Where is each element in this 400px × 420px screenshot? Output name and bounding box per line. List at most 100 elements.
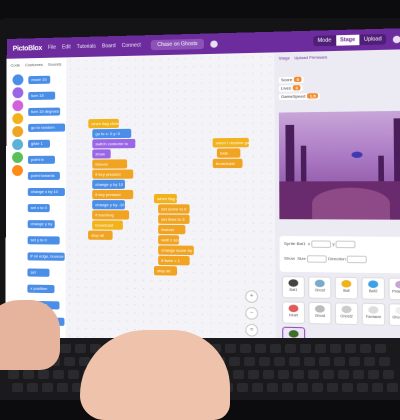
palette-block[interactable]: turn 15 degrees bbox=[28, 107, 61, 116]
palette-block[interactable]: change y by 10 bbox=[27, 220, 55, 234]
code-block[interactable]: broadcast bbox=[92, 220, 123, 230]
keyboard-key bbox=[334, 357, 345, 366]
palette-block[interactable]: point in direction 90 bbox=[27, 155, 55, 170]
category-icon[interactable] bbox=[12, 164, 23, 177]
code-workspace[interactable]: when flag clicked go to x: 0 y: 0 switch c… bbox=[65, 52, 276, 359]
palette-block[interactable]: turn 15 degrees bbox=[28, 91, 56, 106]
menu-file[interactable]: File bbox=[48, 45, 56, 51]
sprite-name-field[interactable]: Bat1 bbox=[297, 241, 306, 246]
code-block[interactable]: if key pressed bbox=[92, 169, 134, 179]
menu-connect[interactable]: Connect bbox=[122, 42, 141, 49]
sprite-tile-label: Ghost bbox=[314, 288, 325, 293]
stage-canvas[interactable] bbox=[278, 110, 400, 220]
sprite-tile[interactable]: Ball bbox=[334, 276, 359, 300]
mode-toggle[interactable]: Mode Stage Upload bbox=[313, 33, 387, 47]
project-title-input[interactable]: Chase on Ghosts bbox=[151, 38, 204, 51]
code-block[interactable]: hide bbox=[216, 148, 241, 158]
code-block[interactable]: forever bbox=[158, 224, 186, 235]
code-block[interactable]: wait 1 secs bbox=[158, 235, 180, 245]
sprite-label: Sprite bbox=[283, 240, 296, 247]
sprite-tile[interactable]: GhostCat bbox=[388, 303, 400, 327]
size-field[interactable] bbox=[307, 255, 327, 263]
palette-block[interactable]: set y to 0 bbox=[27, 236, 60, 245]
code-block[interactable]: broadcast bbox=[212, 158, 243, 169]
sprite-tile[interactable]: Ghost bbox=[308, 276, 332, 300]
y-field[interactable] bbox=[335, 240, 357, 249]
zoom-in-button[interactable]: + bbox=[245, 290, 259, 303]
keyboard-key bbox=[244, 357, 255, 366]
tab-code[interactable]: Code bbox=[11, 62, 20, 67]
code-block[interactable]: show bbox=[92, 149, 111, 159]
category-icon[interactable] bbox=[12, 113, 24, 125]
zoom-reset-button[interactable]: = bbox=[245, 323, 259, 337]
code-block[interactable]: set score to 0 bbox=[158, 204, 190, 214]
palette-block[interactable]: set rotation style bbox=[27, 268, 50, 291]
tab-sounds[interactable]: Sounds bbox=[48, 61, 62, 66]
keyboard-key bbox=[364, 357, 375, 366]
bat-sprite[interactable] bbox=[351, 151, 363, 159]
code-block[interactable]: forever bbox=[92, 159, 128, 169]
size-label: Size bbox=[297, 255, 306, 262]
code-block[interactable]: when I receive game over bbox=[212, 137, 249, 148]
keyboard-key bbox=[240, 344, 251, 353]
mode-upload[interactable]: Upload bbox=[360, 34, 387, 45]
sprite-thumbnail bbox=[395, 280, 400, 289]
category-icon[interactable] bbox=[12, 151, 24, 164]
sprite-tile[interactable]: Ball2 bbox=[361, 277, 386, 300]
x-field[interactable] bbox=[311, 240, 332, 248]
mode-label[interactable]: Mode bbox=[313, 35, 336, 46]
sprite-tile-label: Bat1 bbox=[289, 287, 298, 293]
palette-block[interactable]: if on edge, bounce bbox=[27, 252, 65, 261]
palette-block[interactable]: set x to 0 bbox=[27, 204, 50, 213]
sprite-tile[interactable]: Heart bbox=[282, 301, 306, 325]
code-block[interactable]: change y by 10 bbox=[92, 179, 126, 189]
sprite-tile-label: Pixie Ball bbox=[392, 289, 400, 294]
keyboard-key bbox=[270, 344, 281, 353]
keyboard-key bbox=[255, 344, 266, 353]
sprite-tile[interactable]: Bat1 bbox=[281, 275, 305, 299]
category-icon[interactable] bbox=[12, 138, 24, 151]
code-block[interactable]: switch costume to bbox=[92, 138, 136, 149]
sprite-tile[interactable]: Ghost2 bbox=[334, 302, 359, 326]
code-block[interactable]: set lives to 3 bbox=[158, 214, 190, 224]
code-block[interactable]: when flag clicked bbox=[153, 194, 177, 204]
code-block[interactable]: when flag clicked bbox=[88, 118, 119, 129]
code-block[interactable]: stop all bbox=[88, 230, 113, 240]
keyboard-key bbox=[375, 344, 386, 353]
mode-stage[interactable]: Stage bbox=[335, 34, 360, 46]
category-icon[interactable] bbox=[12, 126, 24, 138]
sprite-tile-label: Ball bbox=[343, 288, 350, 293]
tab-costumes[interactable]: Costumes bbox=[25, 62, 43, 67]
palette-block[interactable]: change x by 10 bbox=[27, 187, 65, 197]
palette-block[interactable]: go to random position bbox=[28, 123, 66, 138]
category-icon[interactable] bbox=[12, 100, 24, 112]
category-icon[interactable] bbox=[12, 87, 24, 99]
code-block[interactable]: go to x: 0 y: 0 bbox=[92, 128, 132, 139]
category-icon[interactable] bbox=[12, 74, 24, 86]
sprite-tile-label: Ghost2 bbox=[340, 314, 353, 319]
code-block[interactable]: if key pressed bbox=[92, 189, 134, 200]
x-label: x bbox=[307, 240, 311, 247]
sprite-tile[interactable]: Pixie Ball bbox=[388, 277, 400, 301]
sprite-tile[interactable]: Ghost bbox=[308, 301, 332, 325]
palette-block[interactable]: x position bbox=[27, 284, 55, 294]
save-icon[interactable] bbox=[210, 39, 218, 48]
menu-edit[interactable]: Edit bbox=[62, 44, 71, 50]
code-block[interactable]: stop all bbox=[153, 265, 178, 276]
stage-label[interactable]: Stage bbox=[279, 55, 290, 60]
code-block[interactable]: change score by 1 bbox=[158, 245, 194, 256]
settings-icon[interactable] bbox=[392, 35, 400, 43]
zoom-out-button[interactable]: − bbox=[245, 306, 259, 320]
menu-tutorials[interactable]: Tutorials bbox=[77, 44, 96, 51]
code-block[interactable]: change y by -10 bbox=[92, 200, 125, 210]
palette-block[interactable]: move 10 steps bbox=[28, 75, 51, 90]
code-block[interactable]: if lives < 1 bbox=[158, 255, 190, 266]
upload-firmware-button[interactable]: Upload Firmware bbox=[294, 54, 327, 60]
app-logo[interactable]: PictoBlox bbox=[13, 45, 42, 53]
palette-block[interactable]: point towards bbox=[27, 171, 60, 180]
code-block[interactable]: if touching bbox=[92, 210, 130, 220]
menu-board[interactable]: Board bbox=[102, 43, 116, 49]
palette-block[interactable]: glide 1 secs to bbox=[28, 139, 50, 154]
sprite-tile[interactable]: Fantasm bbox=[361, 302, 386, 326]
direction-field[interactable] bbox=[346, 255, 368, 264]
